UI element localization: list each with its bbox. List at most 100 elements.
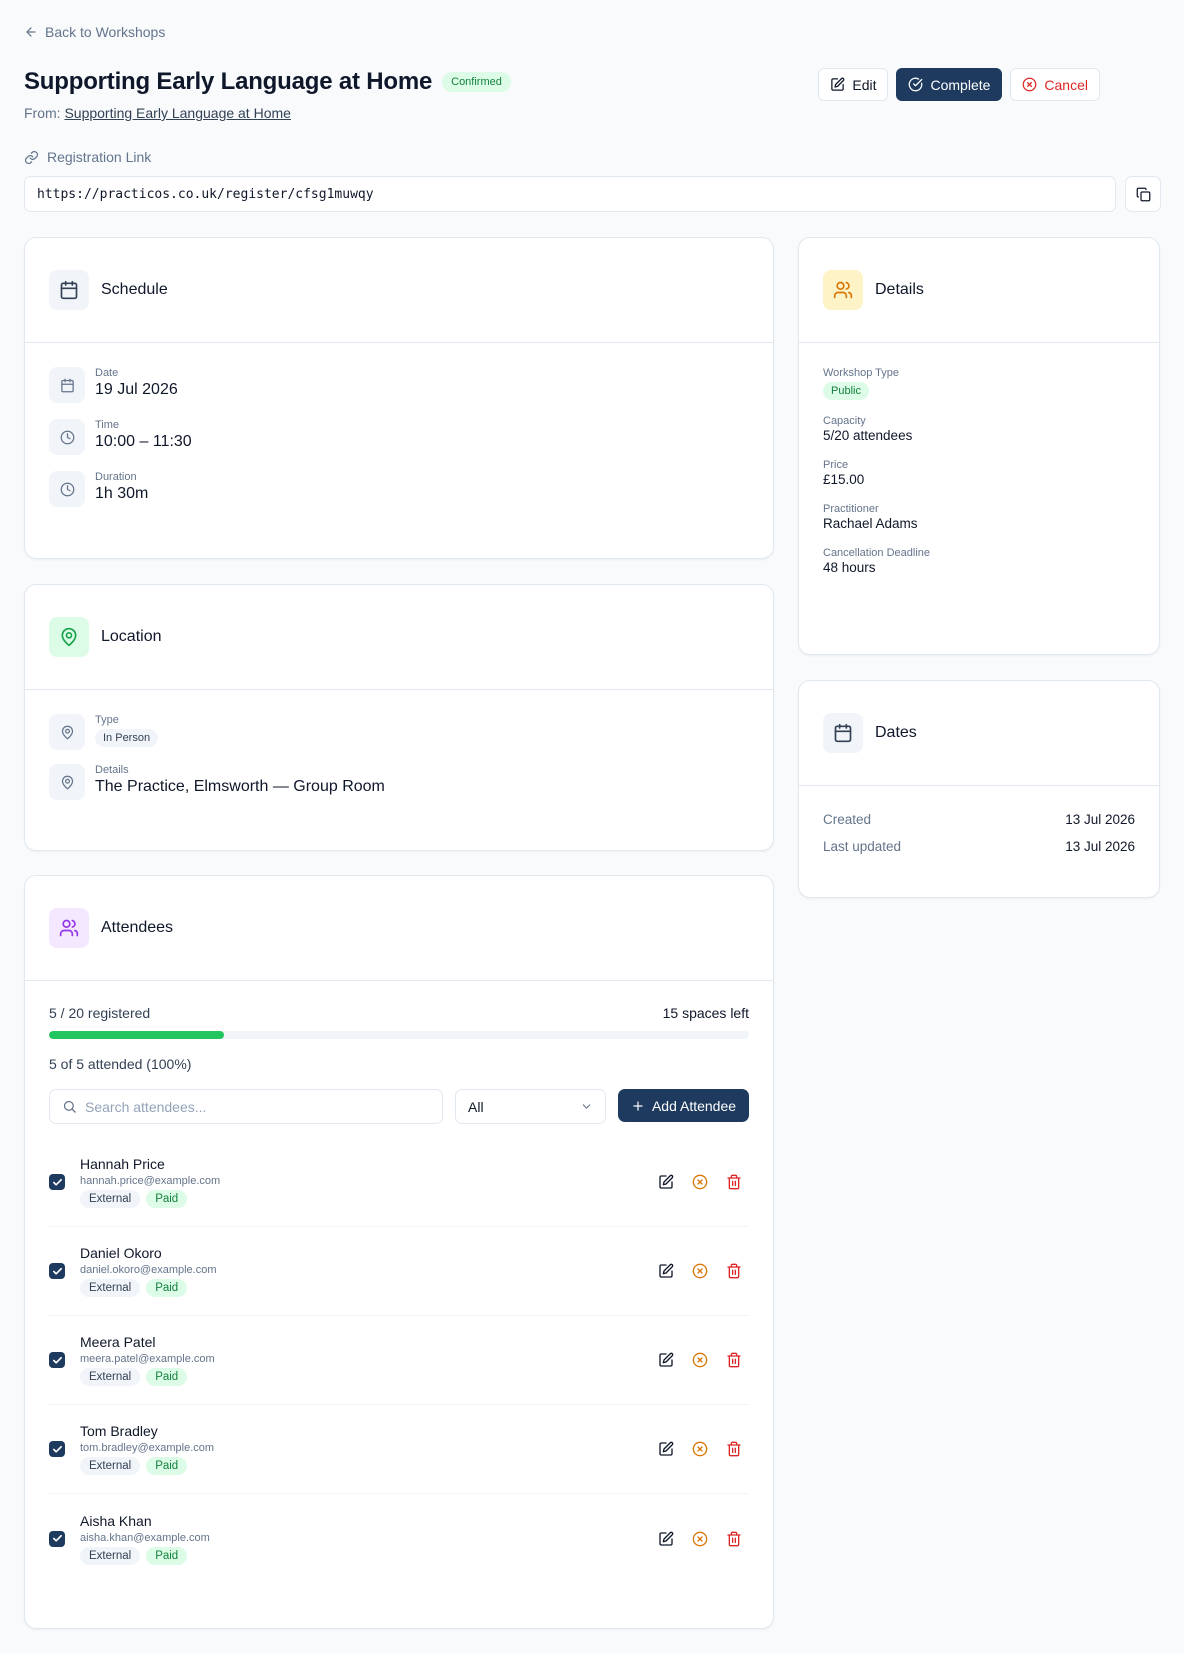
attendee-info: Hannah Price hannah.price@example.com Ex… [80,1156,220,1208]
copy-link-button[interactable] [1125,176,1161,212]
practitioner-value: Rachael Adams [823,516,918,531]
check-icon [52,1356,62,1364]
attendees-header: Attendees [25,876,773,981]
filter-value: All [468,1098,484,1115]
check-circle-icon [909,77,923,92]
cancel-attendee-button[interactable] [692,1352,708,1368]
edit-attendee-button[interactable] [658,1174,674,1190]
x-circle-icon [692,1441,708,1457]
attendee-name: Daniel Okoro [80,1245,162,1261]
edit-button[interactable]: Edit [818,68,889,101]
edit-icon [659,1263,674,1278]
attendee-tags: External Paid [80,1368,215,1386]
cancel-attendee-button[interactable] [692,1174,708,1190]
cancel-attendee-button[interactable] [692,1531,708,1547]
attendees-card: Attendees 5 / 20 registered 15 spaces le… [24,875,774,1629]
attended-checkbox[interactable] [49,1352,65,1368]
attendee-info: Aisha Khan aisha.khan@example.com Extern… [80,1513,210,1565]
location-card: Location Type In Person Details The Practi… [24,584,774,851]
duration-value: 1h 30m [95,485,149,502]
clock-icon [49,419,85,455]
time-label: Time [95,419,120,431]
dates-header: Dates [799,681,1159,786]
registration-progress-fill [49,1031,224,1039]
attendee-tags: External Paid [80,1279,217,1297]
trash-icon [727,1441,741,1457]
spaces-left: 15 spaces left [662,1005,749,1021]
payment-status-chip: Paid [146,1190,188,1208]
attended-checkbox[interactable] [49,1174,65,1190]
page-title: Supporting Early Language at Home [24,68,433,95]
source-workshop-link[interactable]: Supporting Early Language at Home [64,105,290,121]
attendee-row: Aisha Khan aisha.khan@example.com Extern… [49,1494,749,1583]
attended-checkbox[interactable] [49,1263,65,1279]
delete-attendee-button[interactable] [726,1174,742,1190]
cancel-attendee-button[interactable] [692,1263,708,1279]
edit-attendee-button[interactable] [658,1441,674,1457]
registration-label-text: Registration Link [47,149,152,165]
attended-checkbox[interactable] [49,1441,65,1457]
location-title: Location [101,628,162,645]
attendee-type-chip: External [80,1457,141,1475]
registration-progress-bar [49,1031,749,1039]
trash-icon [727,1263,741,1279]
attendee-filter-select[interactable]: All [455,1089,606,1124]
edit-attendee-button[interactable] [658,1263,674,1279]
check-icon [52,1445,62,1453]
attended-checkbox[interactable] [49,1530,65,1547]
trash-icon [727,1174,741,1190]
updated-label: Last updated [823,839,902,854]
schedule-date-row: Date 19 Jul 2026 [49,367,749,403]
practitioner-field: Practitioner Rachael Adams [823,503,1135,531]
delete-attendee-button[interactable] [726,1441,742,1457]
attendee-actions [658,1352,742,1368]
delete-attendee-button[interactable] [726,1531,742,1547]
cancel-button[interactable]: Cancel [1010,68,1100,101]
workshop-type-field: Workshop Type Public [823,367,1135,400]
chevron-down-icon [582,1104,591,1109]
registration-link-label: Registration Link [24,149,151,165]
search-placeholder: Search attendees... [85,1098,207,1115]
registration-url-field[interactable]: https://practicos.co.uk/register/cfsg1mu… [24,176,1116,212]
updated-row: Last updated 13 Jul 2026 [823,839,1135,854]
delete-attendee-button[interactable] [726,1352,742,1368]
payment-status-chip: Paid [146,1368,188,1386]
edit-attendee-button[interactable] [658,1352,674,1368]
details-card: Details Workshop Type Public Capacity 5/20… [798,237,1160,655]
attendee-row: Tom Bradley tom.bradley@example.com Exte… [49,1405,749,1494]
add-attendee-button[interactable]: Add Attendee [618,1089,749,1122]
attendee-name: Tom Bradley [80,1423,158,1439]
attendee-actions [658,1531,742,1547]
back-to-workshops-link[interactable]: Back to Workshops [24,24,165,40]
clock-icon [49,471,85,507]
cancellation-deadline-field: Cancellation Deadline 48 hours [823,547,1135,575]
x-circle-icon [1023,77,1037,92]
attendee-info: Daniel Okoro daniel.okoro@example.com Ex… [80,1245,217,1297]
copy-icon [1136,187,1150,201]
details-title: Details [875,281,924,298]
attendee-type-chip: External [80,1546,141,1565]
attendee-email: meera.patel@example.com [80,1353,215,1365]
back-label: Back to Workshops [45,24,166,40]
type-label: Type [95,714,119,726]
attendee-name: Aisha Khan [80,1512,152,1529]
price-field: Price £15.00 [823,459,1135,487]
attendee-info: Meera Patel meera.patel@example.com Exte… [80,1334,215,1386]
attendee-type-chip: External [80,1190,141,1208]
edit-attendee-button[interactable] [658,1531,674,1547]
status-badge: Confirmed [442,72,511,92]
cancel-attendee-button[interactable] [692,1441,708,1457]
attendee-name: Meera Patel [80,1334,156,1350]
map-pin-icon [49,764,85,800]
attended-summary: 5 of 5 attended (100%) [49,1056,192,1072]
details-label: Details [95,764,129,776]
attendee-search-input[interactable]: Search attendees... [49,1089,443,1124]
complete-button[interactable]: Complete [896,68,1003,101]
check-icon [52,1534,62,1542]
schedule-time-row: Time 10:00 – 11:30 [49,419,749,455]
schedule-card: Schedule Date 19 Jul 2026 Time 10:00 – 11:… [24,237,774,559]
delete-attendee-button[interactable] [726,1263,742,1279]
schedule-title: Schedule [101,281,168,298]
registered-count: 5 / 20 registered [49,1005,151,1021]
created-row: Created 13 Jul 2026 [823,812,1135,827]
